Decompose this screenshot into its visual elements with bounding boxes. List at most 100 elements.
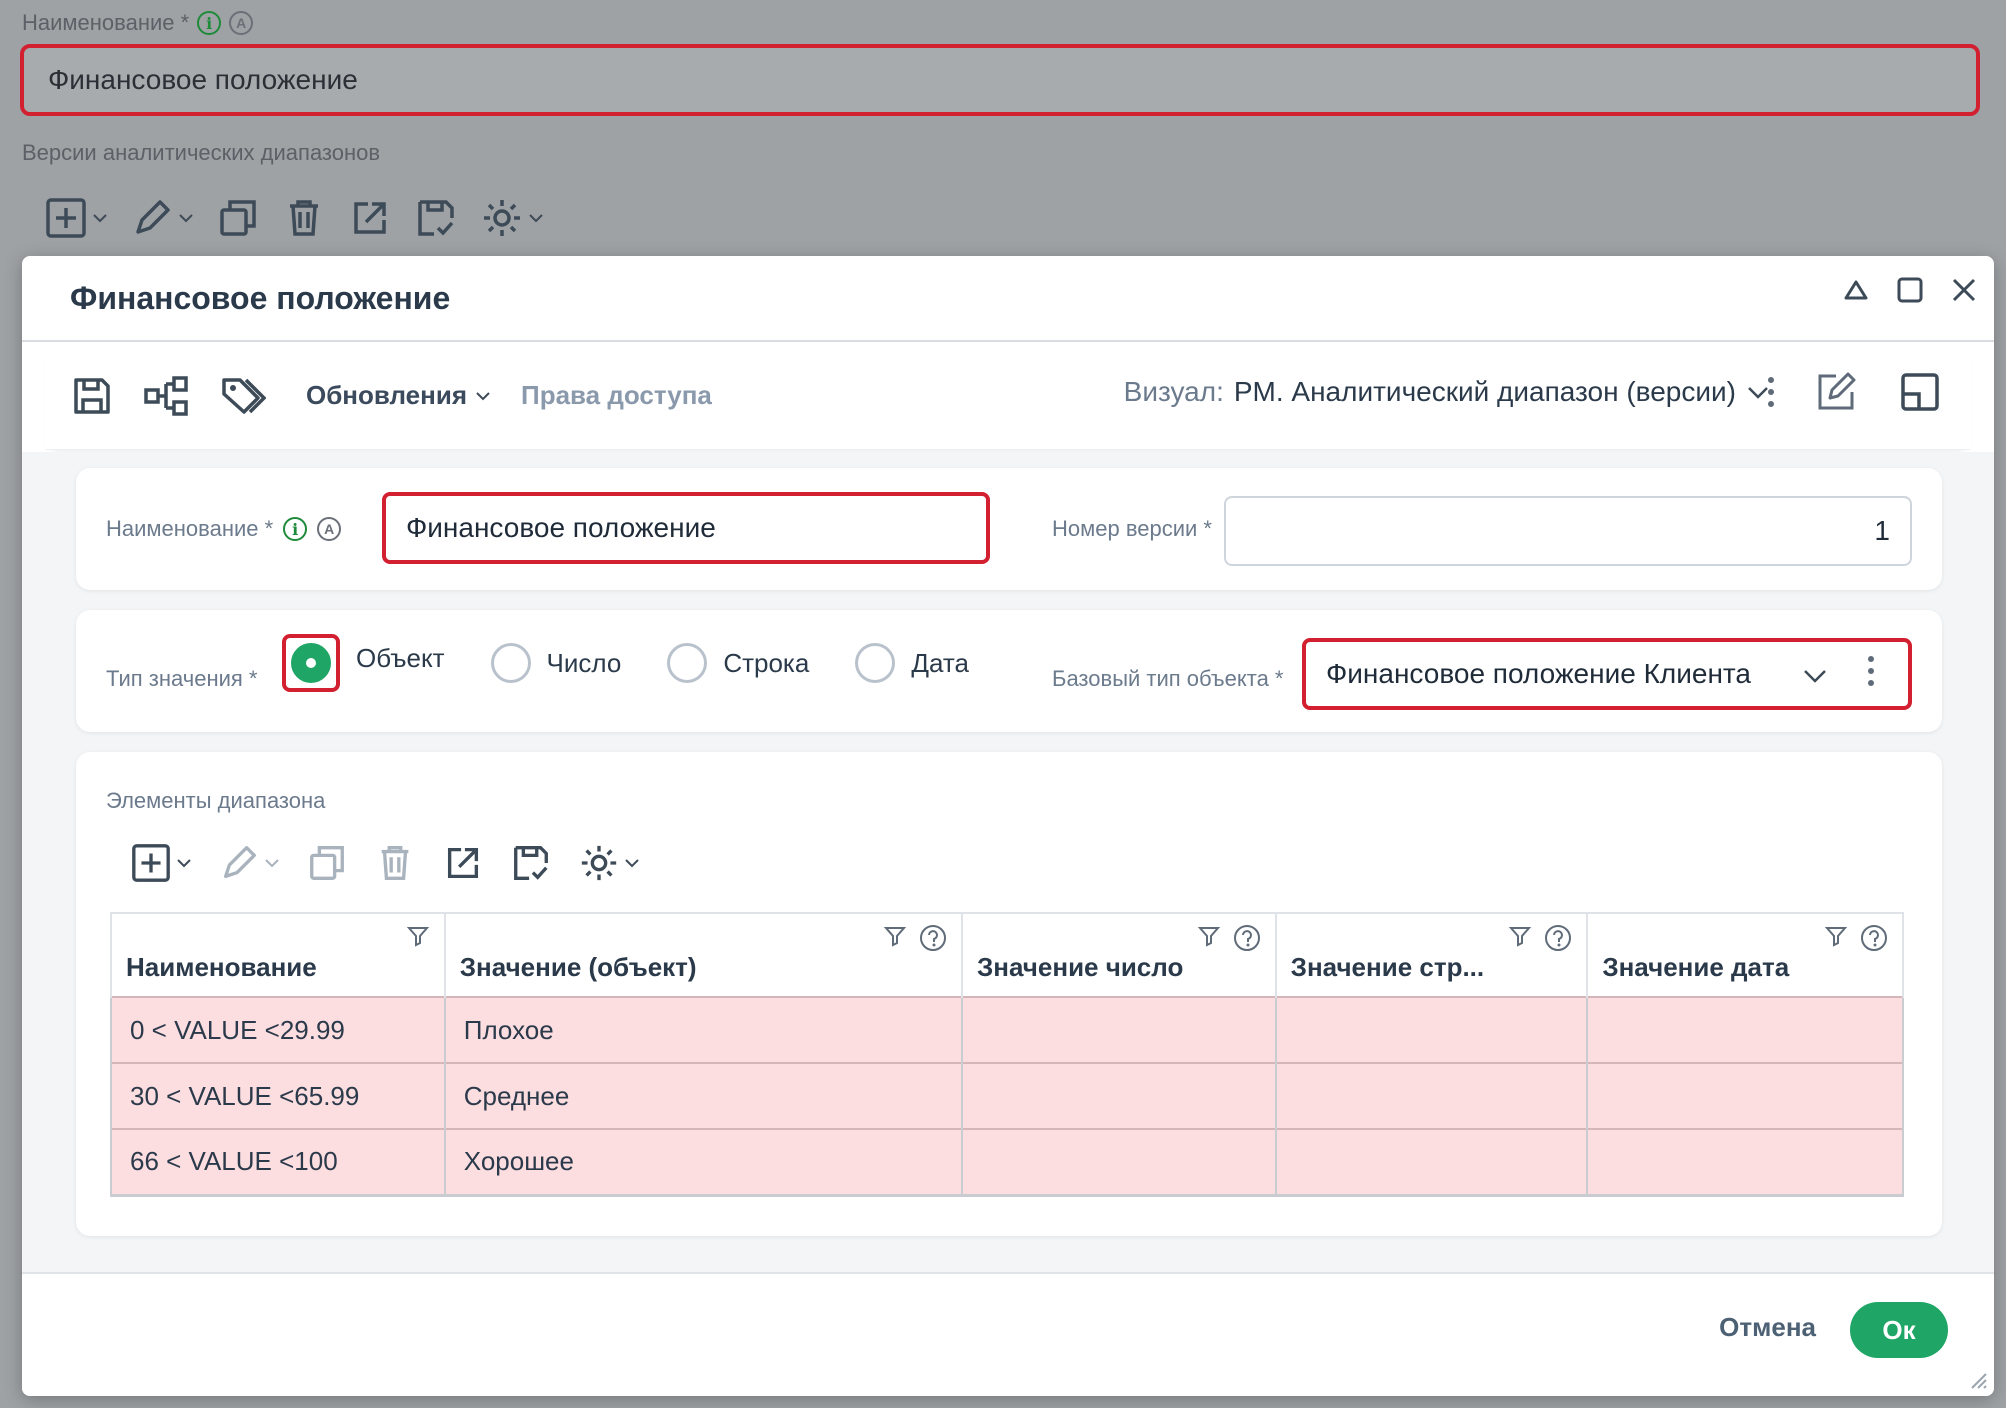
visual-selector[interactable]: Визуал: PM. Аналитический диапазон (верс… — [1124, 376, 1770, 408]
table-cell[interactable] — [962, 996, 1277, 1063]
toolbar-right-icons — [1768, 370, 1942, 414]
bg-name-input[interactable]: Финансовое положение — [20, 44, 1980, 116]
name-card: Наименование * i A Финансовое положение … — [76, 468, 1942, 590]
save-check-icon[interactable] — [510, 842, 552, 884]
radio-highlight — [282, 634, 340, 692]
dialog-window: Финансовое положение Обновления Права до… — [22, 256, 1994, 1396]
more-options-icon[interactable] — [1868, 656, 1874, 686]
radio-string[interactable]: Строка — [667, 643, 809, 683]
help-icon[interactable] — [1860, 924, 1888, 952]
grid-edit-button[interactable] — [218, 842, 280, 884]
tag-icon — [222, 377, 266, 414]
table-cell[interactable] — [1587, 1128, 1904, 1197]
table-cell[interactable]: 66 < VALUE <100 — [110, 1128, 446, 1197]
chevron-down-icon — [179, 214, 193, 223]
table-cell[interactable]: 30 < VALUE <65.99 — [110, 1062, 446, 1129]
add-icon — [132, 844, 170, 882]
dialog-footer: Отмена Ок — [22, 1272, 1994, 1396]
bg-settings-button[interactable] — [480, 196, 544, 240]
table-cell[interactable]: Среднее — [444, 1062, 964, 1129]
table-cell[interactable] — [1275, 1128, 1589, 1197]
maximize-icon[interactable] — [1894, 274, 1926, 306]
radio-date[interactable]: Дата — [855, 643, 969, 683]
ok-button[interactable]: Ок — [1850, 1302, 1948, 1358]
info-icon[interactable]: i — [197, 11, 222, 35]
updates-menu[interactable]: Обновления — [306, 380, 491, 411]
column-header-string-value[interactable]: Значение стр... — [1275, 912, 1589, 997]
bg-add-button[interactable] — [44, 196, 108, 240]
name-input[interactable]: Финансовое положение — [382, 492, 990, 564]
filter-icon[interactable] — [1197, 924, 1221, 948]
collapse-icon[interactable] — [1840, 274, 1872, 306]
chevron-down-icon — [625, 859, 639, 868]
help-icon[interactable] — [1544, 924, 1572, 952]
trash-icon[interactable] — [282, 196, 326, 240]
edit-form-icon[interactable] — [1814, 370, 1858, 414]
radio-number[interactable]: Число — [490, 643, 621, 683]
filter-icon[interactable] — [1824, 924, 1848, 948]
radio-object[interactable]: Объект — [282, 634, 445, 692]
auto-icon[interactable]: A — [229, 11, 254, 35]
base-type-label: Базовый тип объекта * — [1052, 666, 1284, 691]
column-header-object-value[interactable]: Значение (объект) — [444, 912, 964, 997]
save-button[interactable] — [70, 374, 114, 418]
bg-name-label: Наименование * i A — [22, 10, 254, 36]
gear-icon — [581, 845, 617, 881]
version-field-label: Номер версии * — [1052, 516, 1212, 541]
radio-circle[interactable] — [855, 643, 896, 683]
column-header-date-value[interactable]: Значение дата — [1587, 912, 1904, 997]
column-header-name[interactable]: Наименование — [110, 912, 446, 997]
radio-circle[interactable] — [667, 643, 708, 683]
more-options-icon[interactable] — [1768, 377, 1774, 407]
trash-icon[interactable] — [374, 842, 416, 884]
table-cell[interactable] — [962, 1128, 1277, 1197]
gear-icon — [484, 200, 520, 236]
copy-icon[interactable] — [216, 196, 260, 240]
export-icon[interactable] — [442, 842, 484, 884]
help-icon[interactable] — [1233, 924, 1261, 952]
filter-icon[interactable] — [1508, 924, 1532, 948]
layout-icon[interactable] — [1898, 370, 1942, 414]
chevron-down-icon[interactable] — [1802, 662, 1828, 688]
access-rights-link[interactable]: Права доступа — [521, 380, 712, 411]
radio-circle[interactable] — [291, 643, 331, 683]
grid-add-button[interactable] — [130, 842, 192, 884]
column-header-number-value[interactable]: Значение число — [962, 912, 1277, 997]
filter-icon[interactable] — [883, 924, 907, 948]
export-icon[interactable] — [348, 196, 392, 240]
grid-settings-button[interactable] — [578, 842, 640, 884]
auto-icon[interactable]: A — [317, 517, 342, 541]
bg-edit-button[interactable] — [130, 196, 194, 240]
chevron-down-icon — [1748, 387, 1768, 399]
copy-icon[interactable] — [306, 842, 348, 884]
table-cell[interactable]: 0 < VALUE <29.99 — [110, 996, 446, 1063]
info-icon[interactable]: i — [283, 517, 308, 541]
table-cell[interactable] — [1587, 1062, 1904, 1129]
table-row[interactable]: 0 < VALUE <29.99 Плохое — [110, 996, 1904, 1063]
filter-icon[interactable] — [406, 924, 430, 948]
structure-button[interactable] — [144, 374, 190, 418]
table-cell[interactable]: Плохое — [444, 996, 964, 1063]
table-cell[interactable] — [1275, 996, 1589, 1063]
range-elements-table: Наименование Значение (объект) Значение … — [110, 912, 1904, 1197]
resize-handle-icon[interactable] — [1966, 1368, 1988, 1390]
chevron-down-icon — [265, 859, 279, 868]
save-check-icon[interactable] — [414, 196, 458, 240]
close-icon[interactable] — [1948, 274, 1980, 306]
table-row[interactable]: 66 < VALUE <100 Хорошее — [110, 1128, 1904, 1197]
table-row[interactable]: 30 < VALUE <65.99 Среднее — [110, 1062, 1904, 1129]
table-cell[interactable] — [1275, 1062, 1589, 1129]
version-input[interactable]: 1 — [1224, 496, 1912, 566]
table-cell[interactable] — [1587, 996, 1904, 1063]
base-type-select[interactable]: Финансовое положение Клиента — [1302, 638, 1912, 710]
pencil-icon — [136, 200, 170, 234]
range-elements-card: Элементы диапазона Наименование Значение… — [76, 752, 1942, 1236]
help-icon[interactable] — [919, 924, 947, 952]
table-cell[interactable] — [962, 1062, 1277, 1129]
dialog-header: Финансовое положение — [22, 256, 1994, 342]
radio-circle[interactable] — [490, 643, 531, 683]
add-icon — [46, 198, 86, 238]
table-cell[interactable]: Хорошее — [444, 1128, 964, 1197]
tags-button[interactable] — [220, 374, 266, 418]
cancel-button[interactable]: Отмена — [1719, 1312, 1816, 1343]
